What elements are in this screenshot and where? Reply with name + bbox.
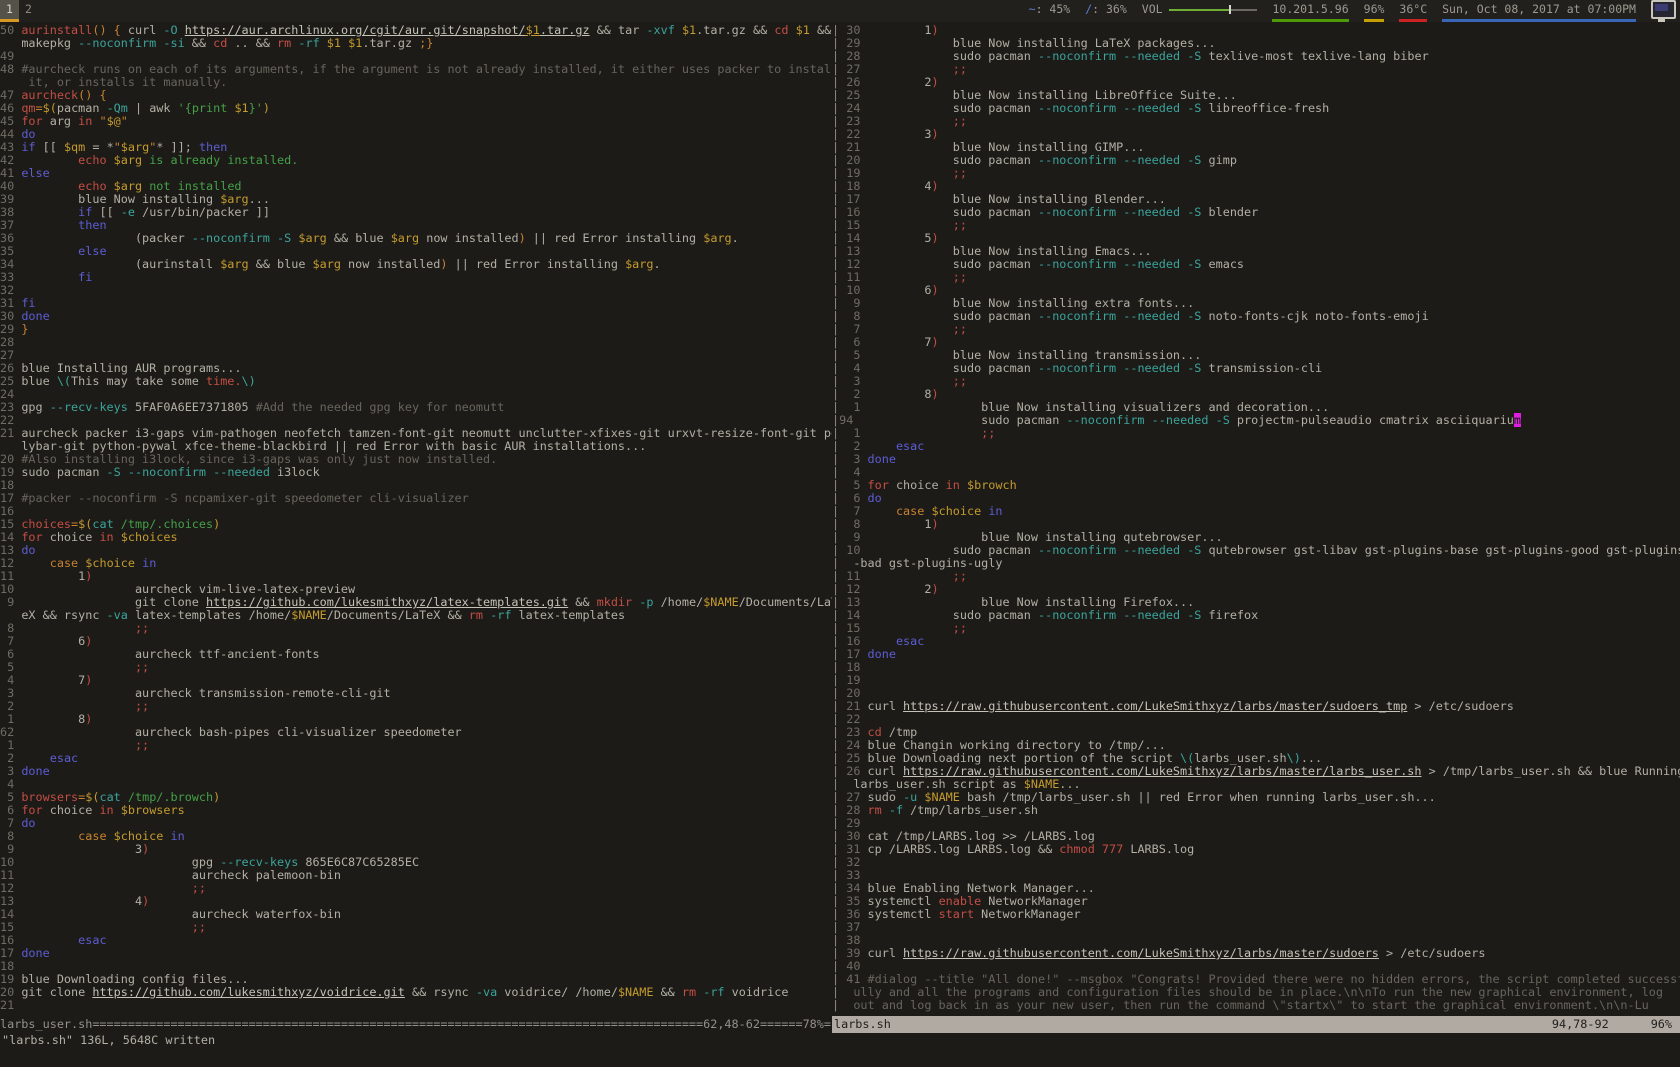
code-row: | 16 esac [832, 635, 1680, 648]
status-module: 36°C [1399, 0, 1427, 19]
code-row: 42 echo $arg is already installed. [0, 154, 832, 167]
code-row: | 19 [832, 674, 1680, 687]
code-row: | 7 case $choice in [832, 505, 1680, 518]
status-module: 96% [1364, 0, 1385, 19]
code-row: 34 (aurinstall $arg && blue $arg now ins… [0, 258, 832, 271]
code-row: 30 done [0, 310, 832, 323]
code-row: 31 fi [0, 297, 832, 310]
code-row: 3 done [0, 765, 832, 778]
code-row: | 21 curl https://raw.githubusercontent.… [832, 700, 1680, 713]
code-row: 12 case $choice in [0, 557, 832, 570]
vim-statusline: larbs_user.sh===========================… [0, 1016, 1680, 1033]
code-row: 15 ;; [0, 921, 832, 934]
statusline-active-window[interactable]: larbs.sh 94,78-92 96% [832, 1016, 1680, 1033]
cursor-position: 94,78-92 [1552, 1016, 1609, 1033]
code-row: 19 sudo pacman -S --noconfirm --needed i… [0, 466, 832, 479]
code-row: 38 if [[ -e /usr/bin/packer ]] [0, 206, 832, 219]
code-row: | 5 for choice in $browch [832, 479, 1680, 492]
status-module: Sun, Oct 08, 2017 at 07:00PM [1442, 0, 1636, 19]
code-row: 6 for choice in $browsers [0, 804, 832, 817]
statusline-inactive-window[interactable]: larbs_user.sh===========================… [0, 1016, 832, 1033]
code-row: | 11 ;; [832, 570, 1680, 583]
code-row: | 36 systemctl start NetworkManager [832, 908, 1680, 921]
code-row: 32 [0, 284, 832, 297]
status-module: ~: 45% [1029, 0, 1071, 19]
code-row: 23 gpg --recv-keys 5FAF0A6EE7371805 #Add… [0, 401, 832, 414]
code-row: | 27 ;; [832, 63, 1680, 76]
code-row: 1 ;; [0, 739, 832, 752]
volume-module: VOL [1142, 0, 1258, 19]
code-row: | 3 ;; [832, 375, 1680, 388]
code-row: 25 blue \(This may take some time.\) [0, 375, 832, 388]
code-row: 17 #packer --noconfirm -S ncpamixer-git … [0, 492, 832, 505]
code-row: | 1 ;; [832, 427, 1680, 440]
active-file-name: larbs.sh [832, 1016, 891, 1033]
code-row: 20 git clone https://github.com/lukesmit… [0, 986, 832, 999]
code-row: | 37 [832, 921, 1680, 934]
code-row: | 11 ;; [832, 271, 1680, 284]
volume-slider[interactable] [1169, 0, 1257, 19]
status-module: /: 36% [1085, 0, 1127, 19]
code-row: 16 esac [0, 934, 832, 947]
code-row: | 3 done [832, 453, 1680, 466]
code-row: makepkg --noconfirm -si && cd .. && rm -… [0, 37, 832, 50]
vim-pane-right[interactable]: | 30 1)| 29 blue Now installing LaTeX pa… [832, 22, 1680, 1018]
code-row: 28 [0, 336, 832, 349]
code-row: | 15 ;; [832, 622, 1680, 635]
code-row: 8 ;; [0, 622, 832, 635]
monitor-icon [1651, 0, 1676, 19]
code-row: | 15 ;; [832, 219, 1680, 232]
vim-pane-left[interactable]: 50 aurinstall() { curl -O https://aur.ar… [0, 22, 832, 1018]
code-row: | 19 ;; [832, 167, 1680, 180]
code-row: | 39 curl https://raw.githubusercontent.… [832, 947, 1680, 960]
code-row: | 18 [832, 661, 1680, 674]
code-row: 2 esac [0, 752, 832, 765]
code-row: | 28 rm -f /tmp/larbs_user.sh [832, 804, 1680, 817]
code-row: 17 done [0, 947, 832, 960]
code-row: 29 } [0, 323, 832, 336]
code-row: | 31 cp /LARBS.log LARBS.log && chmod 77… [832, 843, 1680, 856]
vim-command-line: "larbs.sh" 136L, 5648C written [2, 1033, 1678, 1050]
code-row: 21 [0, 999, 832, 1012]
code-row: | 2 esac [832, 440, 1680, 453]
status-bar: 12 ~: 45% /: 36% VOL 10.201.5.96 96% 36°C Sun… [0, 0, 1680, 22]
code-row: | out and log back in as your new user, … [832, 999, 1680, 1012]
workspace-tags: 12 [0, 0, 38, 22]
code-row: | 22 [832, 713, 1680, 726]
code-row: 5 ;; [0, 661, 832, 674]
code-row: 36 (packer --noconfirm -S $arg && blue $… [0, 232, 832, 245]
code-row: 2 ;; [0, 700, 832, 713]
scroll-percent: 96% [1651, 1016, 1680, 1033]
code-row: | 17 done [832, 648, 1680, 661]
status-module: 10.201.5.96 [1272, 0, 1348, 19]
code-row: 14 for choice in $choices [0, 531, 832, 544]
workspace-tag-1[interactable]: 1 [0, 0, 19, 19]
code-row: | 32 [832, 856, 1680, 869]
status-modules: ~: 45% /: 36% VOL 10.201.5.96 96% 36°C Sun, O… [1029, 0, 1676, 19]
code-row: 33 fi [0, 271, 832, 284]
workspace-tag-2[interactable]: 2 [19, 0, 38, 19]
code-row: it, or installs it manually. [0, 76, 832, 89]
code-row: | 7 ;; [832, 323, 1680, 336]
monitor-icon [1651, 0, 1676, 19]
code-row: 45 for arg in "$@" [0, 115, 832, 128]
code-row: | 23 ;; [832, 115, 1680, 128]
